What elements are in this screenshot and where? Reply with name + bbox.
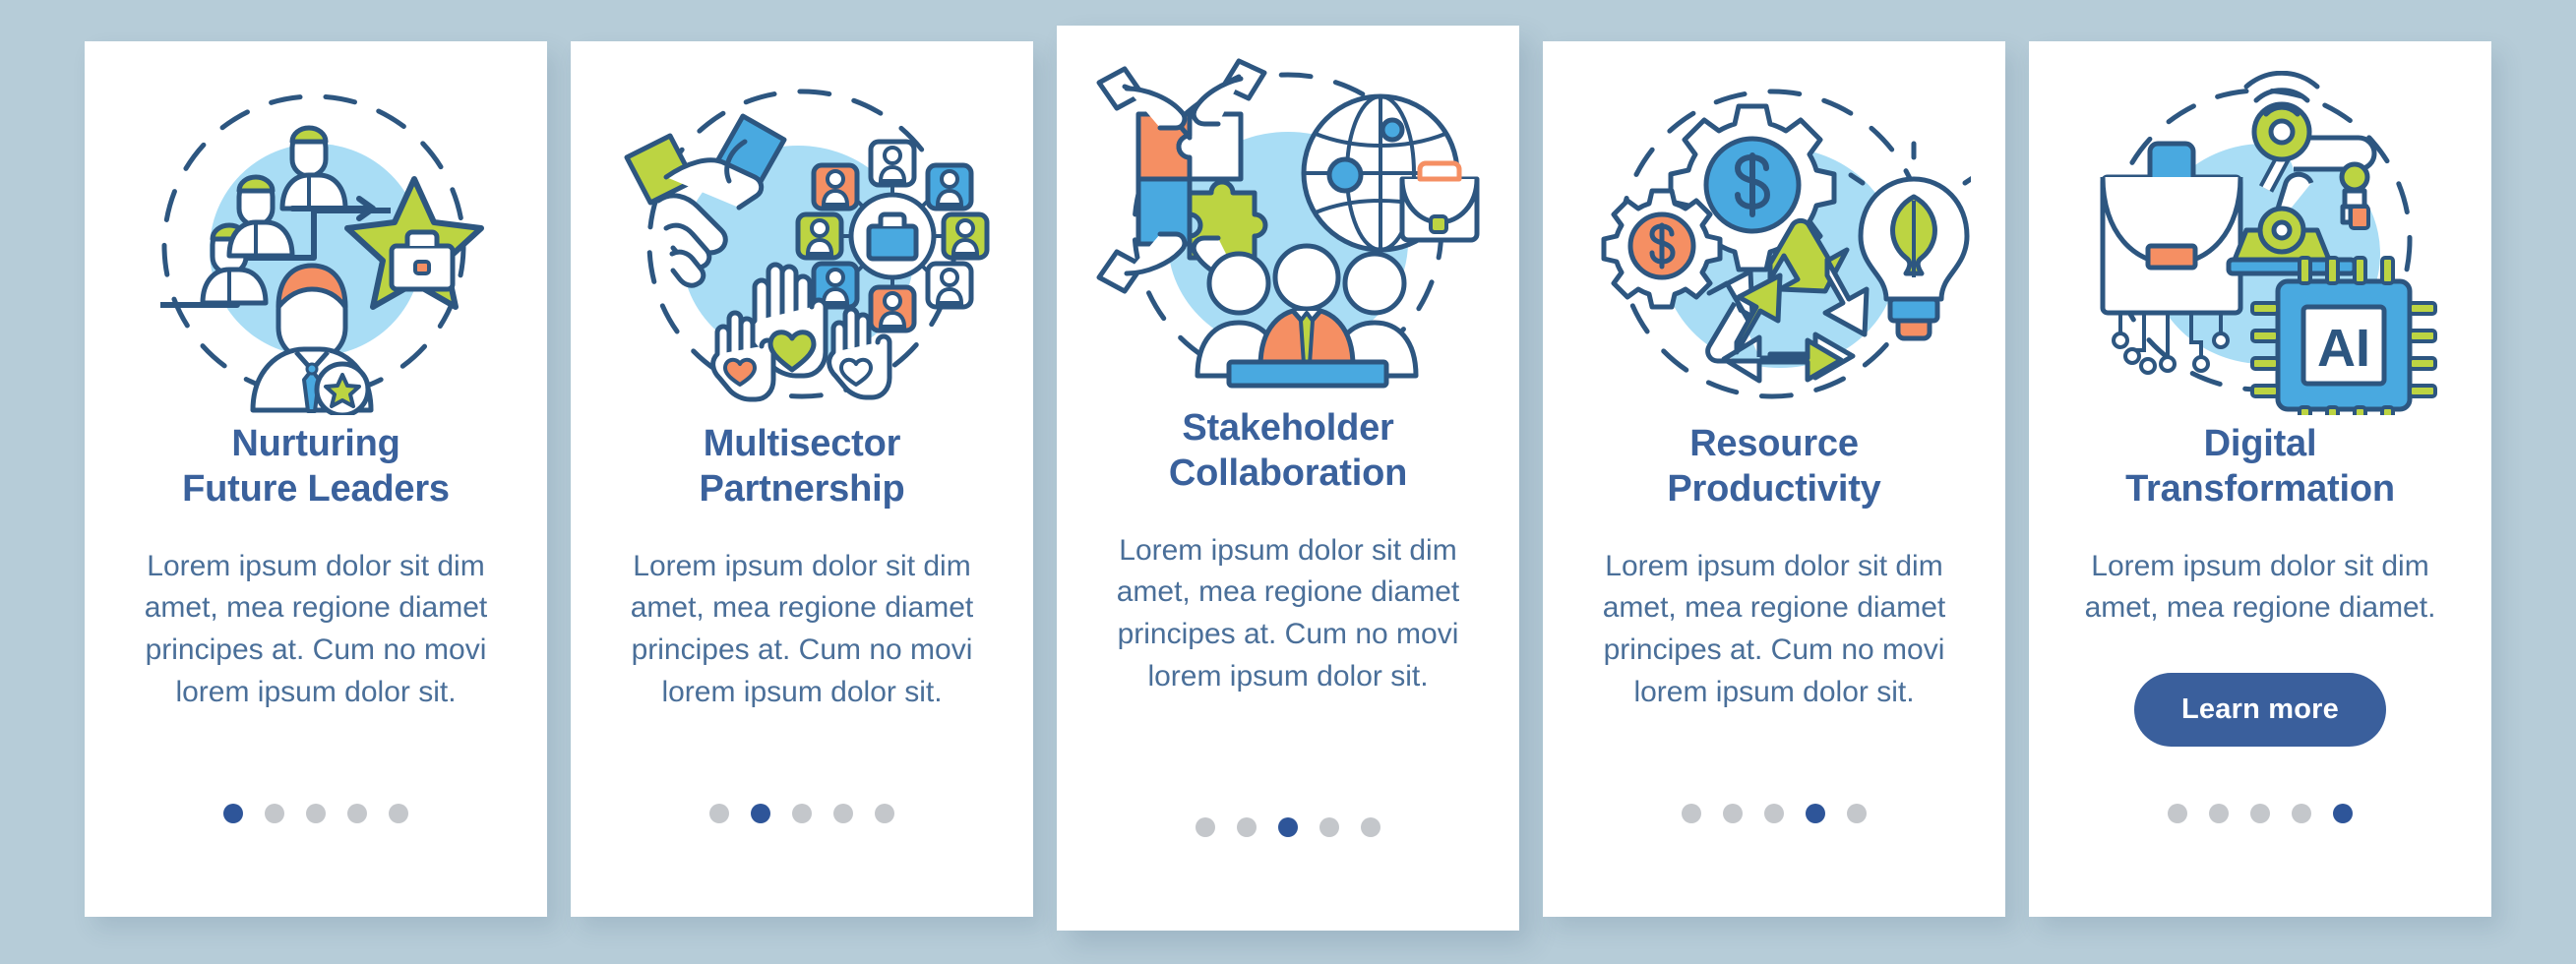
pagination-dot-5[interactable]: [875, 804, 894, 823]
pagination-dot-2[interactable]: [751, 804, 770, 823]
card-title: Multisector Partnership: [699, 423, 905, 511]
card-body-text: Lorem ipsum dolor sit dim amet, mea regi…: [1602, 549, 1946, 708]
card-title: Resource Productivity: [1667, 423, 1881, 511]
pagination-dot-5[interactable]: [2333, 804, 2353, 823]
pagination-dot-3[interactable]: [1764, 804, 1784, 823]
card-title: Nurturing Future Leaders: [182, 423, 450, 511]
onboarding-card-multisector-partnership: Multisector Partnership Lorem ipsum dolo…: [571, 41, 1033, 917]
pagination-dot-5[interactable]: [389, 804, 408, 823]
career-growth-leader-icon: [119, 71, 513, 415]
card-body-text: Lorem ipsum dolor sit dim amet, mea regi…: [1116, 533, 1460, 693]
pagination-dots[interactable]: [1057, 817, 1519, 837]
pagination-dot-2[interactable]: [1723, 804, 1743, 823]
gears-recycle-bulb-icon: [1577, 71, 1971, 415]
card-title: Digital Transformation: [2125, 423, 2395, 511]
pagination-dot-4[interactable]: [347, 804, 367, 823]
puzzle-globe-team-icon: [1091, 55, 1485, 399]
pagination-dot-1[interactable]: [1682, 804, 1701, 823]
pagination-dot-1[interactable]: [2168, 804, 2187, 823]
pagination-dot-3[interactable]: [2250, 804, 2270, 823]
pagination-dot-2[interactable]: [2209, 804, 2229, 823]
pagination-dot-3[interactable]: [792, 804, 812, 823]
pagination-dots[interactable]: [2029, 804, 2491, 823]
card-title: Stakeholder Collaboration: [1168, 407, 1408, 495]
pagination-dots[interactable]: [1543, 804, 2005, 823]
pagination-dots[interactable]: [85, 804, 547, 823]
pagination-dot-4[interactable]: [1319, 817, 1339, 837]
pagination-dot-3[interactable]: [306, 804, 326, 823]
pagination-dot-5[interactable]: [1361, 817, 1380, 837]
pagination-dot-4[interactable]: [2292, 804, 2311, 823]
card-body-text: Lorem ipsum dolor sit dim amet, mea regi…: [630, 549, 974, 708]
pagination-dot-5[interactable]: [1847, 804, 1867, 823]
ai-chip-label: AI: [2317, 319, 2370, 378]
pagination-dot-1[interactable]: [1196, 817, 1215, 837]
onboarding-card-deck: Nurturing Future Leaders Lorem ipsum dol…: [0, 0, 2576, 964]
pagination-dot-2[interactable]: [1237, 817, 1257, 837]
learn-more-button[interactable]: Learn more: [2134, 672, 2386, 747]
card-body-text: Lorem ipsum dolor sit dim amet, mea regi…: [144, 549, 488, 708]
onboarding-card-nurturing-future-leaders: Nurturing Future Leaders Lorem ipsum dol…: [85, 41, 547, 917]
handshake-network-hands-icon: [605, 71, 999, 415]
card-body-text: Lorem ipsum dolor sit dim amet, mea regi…: [2084, 549, 2436, 625]
pagination-dot-3[interactable]: [1278, 817, 1298, 837]
pagination-dots[interactable]: [571, 804, 1033, 823]
pagination-dot-4[interactable]: [1806, 804, 1825, 823]
onboarding-card-digital-transformation: AI Digital Transformation Lorem ipsum do…: [2029, 41, 2491, 917]
pagination-dot-1[interactable]: [223, 804, 243, 823]
onboarding-card-stakeholder-collaboration: Stakeholder Collaboration Lorem ipsum do…: [1057, 26, 1519, 931]
pagination-dot-4[interactable]: [833, 804, 853, 823]
pagination-dot-2[interactable]: [265, 804, 284, 823]
pagination-dot-1[interactable]: [709, 804, 729, 823]
onboarding-card-resource-productivity: Resource Productivity Lorem ipsum dolor …: [1543, 41, 2005, 917]
briefcase-robot-ai-chip-icon: AI: [2063, 71, 2457, 415]
